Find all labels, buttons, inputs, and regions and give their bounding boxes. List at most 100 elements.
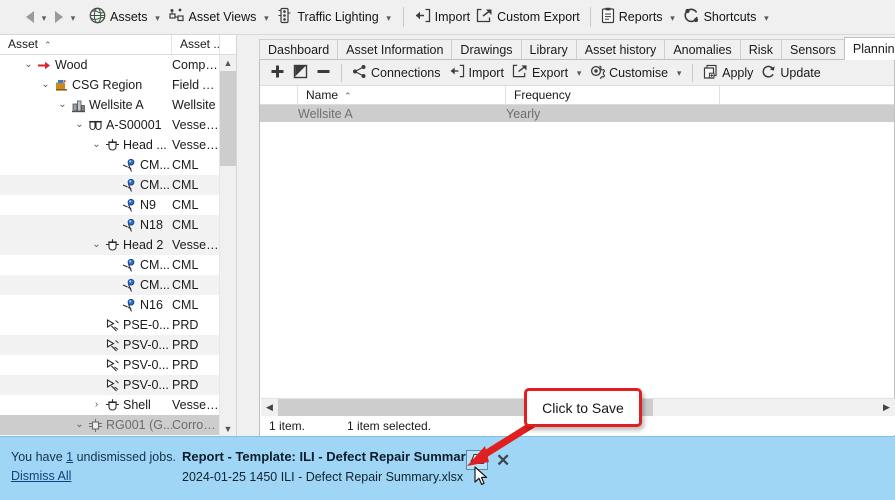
tree-row-name-cell: CM... — [0, 178, 172, 193]
globe-icon — [89, 7, 106, 27]
tree-row-label: CSG Region — [72, 78, 143, 92]
panel-export-label: Export — [531, 65, 569, 80]
apply-button[interactable]: Apply — [699, 62, 757, 84]
tree-row[interactable]: ⌄ CSG Region Field Ar... — [0, 75, 220, 95]
tree-row-name-cell: ⌄ RG001 (G... — [0, 418, 172, 433]
cml-icon — [122, 258, 137, 273]
tree-row-name-cell: N16 — [0, 298, 172, 313]
tree-row[interactable]: N18 CML — [0, 215, 220, 235]
tree-scroll-down-icon[interactable]: ▼ — [220, 421, 236, 437]
export-dropdown-icon[interactable]: ▾ — [572, 67, 586, 78]
tree-row[interactable]: ⌄ Head ... Vessel C... — [0, 135, 220, 155]
tree-row-name-cell: ⌄ CSG Region — [0, 78, 172, 93]
shortcuts-dropdown-icon[interactable]: ▾ — [759, 12, 773, 23]
tab-risk[interactable]: Risk — [739, 39, 782, 60]
remove-button[interactable] — [312, 62, 335, 84]
edit-button[interactable] — [289, 62, 312, 84]
tree-row[interactable]: PSV-0... PRD — [0, 335, 220, 355]
tree-row[interactable]: ⌄ Wood Compa... — [0, 55, 220, 75]
tree-twisty-placeholder — [108, 220, 119, 231]
grid-scroll-left-icon[interactable]: ◀ — [261, 399, 278, 416]
tree-row[interactable]: PSV-0... PRD — [0, 375, 220, 395]
tab-asset-information[interactable]: Asset Information — [337, 39, 453, 60]
toolbar-item-reports[interactable]: Reports — [598, 4, 666, 30]
cml-icon — [122, 198, 137, 213]
tab-library[interactable]: Library — [520, 39, 577, 60]
tab-dashboard[interactable]: Dashboard — [259, 39, 339, 60]
tree-row[interactable]: ⌄ Head 2 Vessel C... — [0, 235, 220, 255]
toolbar-item-import[interactable]: Import — [411, 4, 473, 30]
tab-sensors[interactable]: Sensors — [781, 39, 845, 60]
add-button[interactable] — [266, 62, 289, 84]
expand-chevron-icon[interactable]: › — [91, 400, 102, 411]
grid-row[interactable]: Wellsite A Yearly — [260, 105, 894, 122]
toolbar-item-assets[interactable]: Assets — [86, 4, 151, 30]
toolbar-item-traffic-lighting[interactable]: Traffic Lighting — [273, 4, 381, 30]
asset-views-icon — [168, 7, 185, 27]
forward-dropdown-icon[interactable]: ▾ — [66, 12, 80, 23]
tab-drawings[interactable]: Drawings — [451, 39, 522, 60]
tree-scroll-up-icon[interactable]: ▲ — [220, 55, 236, 71]
tree-row-name-cell: PSV-0... — [0, 338, 172, 353]
tree-row[interactable]: CM... CML — [0, 255, 220, 275]
shortcuts-icon — [683, 7, 700, 27]
tree-row[interactable]: ⌄ Wellsite A Wellsite — [0, 95, 220, 115]
panel-export-button[interactable]: Export — [508, 62, 572, 84]
tree-scroll-thumb[interactable] — [220, 71, 236, 166]
tree-row[interactable]: PSE-0... PRD — [0, 315, 220, 335]
tree-row[interactable]: PSV-0... PRD — [0, 355, 220, 375]
toolbar-item-asset-views[interactable]: Asset Views — [165, 4, 260, 30]
grid-scroll-right-icon[interactable]: ▶ — [878, 399, 895, 416]
assets-dropdown-icon[interactable]: ▾ — [151, 12, 165, 23]
tab-asset-history[interactable]: Asset history — [575, 39, 666, 60]
collapse-chevron-icon[interactable]: ⌄ — [74, 120, 85, 131]
customise-button[interactable]: Customise — [586, 62, 672, 84]
click-to-save-callout: Click to Save — [524, 388, 642, 427]
tree-row-label: CM... — [140, 178, 170, 192]
forward-arrow[interactable] — [51, 6, 66, 28]
update-button[interactable]: Update — [757, 62, 824, 84]
asset-views-dropdown-icon[interactable]: ▾ — [259, 12, 273, 23]
tree-column-asset-type[interactable]: Asset ... — [172, 35, 220, 54]
traffic-lighting-dropdown-icon[interactable]: ▾ — [382, 12, 396, 23]
tree-twisty-placeholder — [91, 360, 102, 371]
tree-row[interactable]: CM... CML — [0, 175, 220, 195]
tree-row[interactable]: N9 CML — [0, 195, 220, 215]
collapse-chevron-icon[interactable]: ⌄ — [91, 240, 102, 251]
toolbar-item-custom-export[interactable]: Custom Export — [473, 4, 583, 30]
collapse-chevron-icon[interactable]: ⌄ — [74, 420, 85, 431]
panel-import-button[interactable]: Import — [445, 62, 508, 84]
collapse-chevron-icon[interactable]: ⌄ — [40, 80, 51, 91]
asset-tree-list[interactable]: ⌄ Wood Compa... ⌄ CSG Region Field Ar... ⌄ Well… — [0, 55, 220, 437]
tree-row[interactable]: ⌄ A-S00001 Vessel E... — [0, 115, 220, 135]
back-arrow[interactable] — [22, 6, 37, 28]
tree-row[interactable]: CM... CML — [0, 275, 220, 295]
tree-column-asset[interactable]: Asset ⌃ — [0, 35, 172, 54]
tree-row[interactable]: ⌄ RG001 (G... Corrosi... — [0, 415, 220, 435]
tree-twisty-placeholder — [108, 200, 119, 211]
connections-button[interactable]: Connections — [348, 62, 445, 84]
customise-dropdown-icon[interactable]: ▾ — [672, 67, 686, 78]
tree-row[interactable]: CM... CML — [0, 155, 220, 175]
tab-anomalies[interactable]: Anomalies — [664, 39, 741, 60]
back-dropdown-icon[interactable]: ▾ — [37, 12, 51, 23]
cml-icon — [122, 158, 137, 173]
collapse-chevron-icon[interactable]: ⌄ — [23, 60, 34, 71]
tree-row[interactable]: › Shell Vessel C... — [0, 395, 220, 415]
reports-dropdown-icon[interactable]: ▾ — [666, 12, 680, 23]
tree-row-label: A-S00001 — [106, 118, 162, 132]
toolbar-item-shortcuts[interactable]: Shortcuts — [680, 4, 760, 30]
undismissed-jobs-text: You have 1 undismissed jobs. — [11, 448, 176, 467]
collapse-chevron-icon[interactable]: ⌄ — [57, 100, 68, 111]
tree-row-name-cell: ⌄ Wellsite A — [0, 98, 172, 113]
planning-grid-body[interactable]: Wellsite A Yearly — [260, 105, 894, 395]
tab-planning[interactable]: Planning — [843, 37, 895, 60]
dismiss-all-link[interactable]: Dismiss All — [11, 469, 71, 483]
import-icon — [414, 8, 431, 26]
tree-row[interactable]: N16 CML — [0, 295, 220, 315]
grid-column-frequency[interactable]: Frequency — [506, 86, 720, 104]
collapse-chevron-icon[interactable]: ⌄ — [91, 140, 102, 151]
tree-row-type: Wellsite — [172, 98, 216, 112]
grid-column-name[interactable]: Name ⌃ — [298, 86, 506, 104]
tree-vertical-scrollbar[interactable]: ▲ ▼ — [219, 55, 236, 437]
